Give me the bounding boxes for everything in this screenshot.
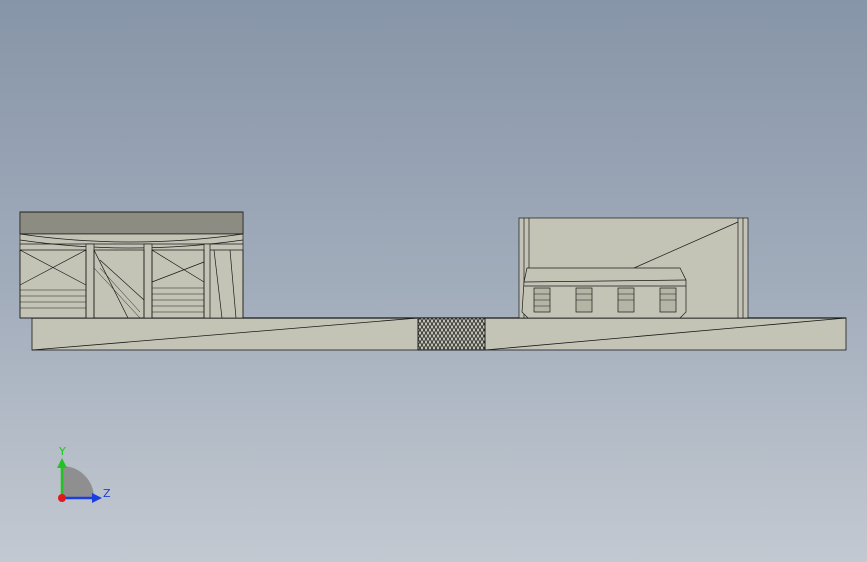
base-plate[interactable] — [31, 317, 847, 351]
cad-viewport[interactable]: Y Z — [0, 0, 867, 562]
z-axis-label: Z — [103, 487, 111, 500]
left-block[interactable] — [19, 211, 244, 319]
right-block[interactable] — [518, 217, 749, 319]
left-block-post-3 — [203, 243, 211, 319]
knurled-insert — [417, 317, 486, 351]
left-block-post-2 — [143, 243, 153, 319]
y-axis-label: Y — [58, 445, 66, 458]
left-block-top-band — [19, 211, 244, 235]
left-block-post-1 — [85, 243, 95, 319]
x-axis-dot — [58, 494, 66, 502]
